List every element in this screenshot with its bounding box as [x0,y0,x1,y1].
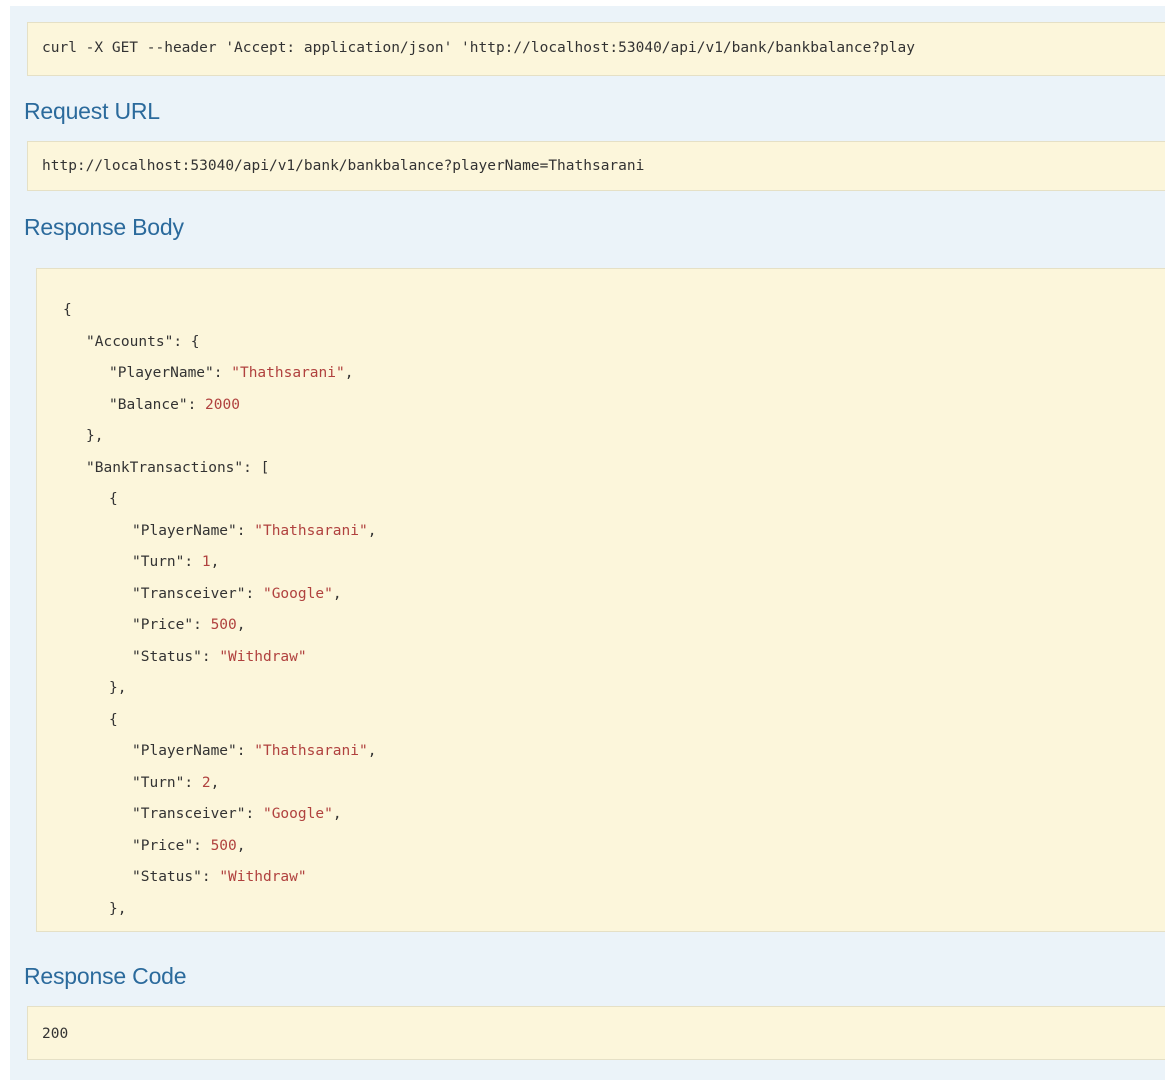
json-punctuation: , [344,365,354,381]
json-punctuation: }, [86,428,104,444]
json-punctuation: , [210,774,220,791]
json-number-value: 500 [210,617,237,633]
json-line: "Status": "Withdraw" [132,870,307,885]
json-line: }, [109,681,126,696]
json-punctuation: : [245,585,263,602]
json-line: "PlayerName": "Thathsarani", [109,366,353,381]
json-line: "Price": 500, [132,837,246,854]
json-string-value: "Thathsarani" [254,522,368,539]
json-key: "Transceiver" [132,806,246,822]
json-key: "Balance" [109,396,188,413]
response-panel: curl -X GET --header 'Accept: applicatio… [10,6,1165,1080]
json-punctuation: }, [109,900,127,917]
json-number-value: 1 [201,554,211,570]
json-key: "Accounts" [86,333,174,350]
json-key: "Transceiver" [132,585,246,602]
json-punctuation: : [193,617,211,633]
response-code-text: 200 [42,1026,69,1042]
json-line: "Status": "Withdraw" [132,648,307,665]
json-key: "Status" [132,648,202,665]
json-string-value: "Thathsarani" [254,743,368,759]
json-number-value: 2 [201,774,211,791]
json-punctuation: : { [173,333,200,350]
json-punctuation: , [332,806,342,822]
json-number-value: 500 [210,837,237,854]
json-line: "Balance": 2000 [109,396,240,413]
json-string-value: "Thathsarani" [231,365,345,381]
json-punctuation: : [236,522,255,539]
json-punctuation: , [367,743,377,759]
json-number-value: 2000 [205,396,240,413]
json-punctuation: , [236,837,246,854]
json-line: "PlayerName": "Thathsarani", [132,522,377,539]
json-line: }, [86,429,103,444]
json-punctuation: : [184,774,202,791]
curl-command-box[interactable]: curl -X GET --header 'Accept: applicatio… [27,22,1165,76]
json-punctuation: }, [109,680,127,696]
swagger-response-page: curl -X GET --header 'Accept: applicatio… [0,0,1165,1080]
json-line: { [109,711,118,728]
json-key: "Turn" [132,774,185,791]
request-url-title: Request URL [24,98,160,124]
json-key: "PlayerName" [132,522,237,539]
json-string-value: "Google" [262,585,333,602]
json-punctuation: : [187,396,206,413]
response-body-box[interactable]: { "Accounts": { "PlayerName": "Thathsarani… [36,268,1165,932]
json-key: "BankTransactions" [86,459,244,476]
json-string-value: "Withdraw" [219,869,307,885]
json-punctuation: { [109,711,118,728]
json-line: { [109,492,118,507]
json-punctuation: { [109,491,118,507]
json-punctuation: { [63,302,72,318]
json-punctuation: : [201,869,220,885]
json-line: "PlayerName": "Thathsarani", [132,744,376,759]
curl-command-text: curl -X GET --header 'Accept: applicatio… [42,40,915,56]
json-string-value: "Google" [262,806,333,822]
json-line: }, [109,900,127,917]
json-key: "Price" [132,837,194,854]
json-key: "PlayerName" [132,743,237,759]
response-body-title: Response Body [24,214,184,240]
json-punctuation: : [184,554,202,570]
response-code-box[interactable]: 200 [27,1006,1165,1060]
json-line: "Accounts": { [86,333,200,350]
json-punctuation: , [236,617,246,633]
json-key: "Turn" [132,554,185,570]
response-code-title: Response Code [24,963,187,989]
json-punctuation: : [201,648,220,665]
json-punctuation: , [332,585,342,602]
json-punctuation: , [210,554,220,570]
json-line: "Turn": 1, [132,555,219,570]
json-key: "Price" [132,617,194,633]
json-line: "Price": 500, [132,618,246,633]
json-line: "Transceiver": "Google", [132,807,342,822]
json-key: "Status" [132,869,202,885]
json-line: "Transceiver": "Google", [132,585,342,602]
json-punctuation: : [ [243,459,270,476]
json-key: "PlayerName" [109,365,214,381]
json-punctuation: : [245,806,263,822]
json-line: "BankTransactions": [ [86,459,270,476]
json-punctuation: : [213,365,232,381]
json-punctuation: : [236,743,255,759]
json-line: { [63,303,72,318]
request-url-text: http://localhost:53040/api/v1/bank/bankb… [42,158,645,174]
json-punctuation: : [193,837,211,854]
response-body-json: { "Accounts": { "PlayerName": "Thathsarani… [37,269,1165,931]
json-string-value: "Withdraw" [219,648,307,665]
json-line: "Turn": 2, [132,774,220,791]
json-punctuation: , [367,522,377,539]
request-url-box[interactable]: http://localhost:53040/api/v1/bank/bankb… [27,141,1165,191]
